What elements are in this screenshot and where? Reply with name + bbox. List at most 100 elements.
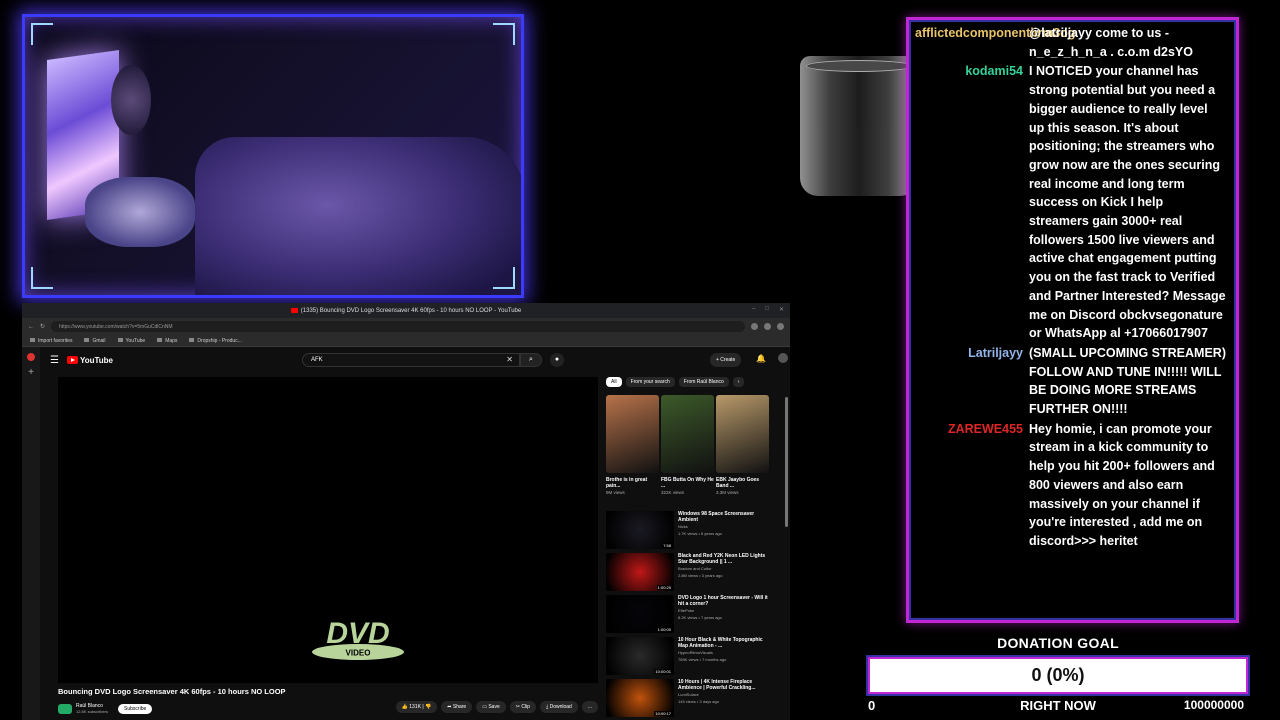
recommendation-channel: EftePoke (678, 608, 695, 613)
search-button[interactable]: ⌕ (520, 353, 542, 367)
chip-from-search[interactable]: From your search (625, 377, 675, 387)
add-icon[interactable]: + (22, 367, 40, 378)
url-text: https://www.youtube.com/watch?v=5mGuCdlC… (59, 323, 173, 330)
chat-username[interactable]: afflictedcomponentiirm3og (915, 24, 1075, 61)
recommendation-stats: 2.8M views • 3 years ago (678, 573, 723, 578)
bookmark-item[interactable]: Maps (157, 338, 177, 344)
url-field[interactable]: https://www.youtube.com/watch?v=5mGuCdlC… (51, 321, 745, 332)
close-icon[interactable]: ✕ (779, 306, 784, 313)
bookmark-item[interactable]: Gmail (84, 338, 105, 344)
reload-icon[interactable]: ↻ (40, 323, 45, 330)
like-button[interactable]: 👍 131K | 👎 (395, 701, 438, 713)
recommendation-thumbnail[interactable]: 1:00:25 (606, 553, 674, 591)
browser-titlebar: (1335) Bouncing DVD Logo Screensaver 4K … (22, 303, 790, 318)
recommendation-stats: 145 views • 3 days ago (678, 699, 719, 704)
short-title: Brothe is in great pain... (606, 477, 648, 489)
avatar[interactable] (778, 353, 788, 363)
notifications-icon[interactable]: 🔔 (756, 354, 766, 363)
recommendation-stats: 789K views • 7 months ago (678, 657, 727, 662)
short-thumbnail[interactable] (716, 395, 769, 473)
chat-text: I NOTICED your channel has strong potent… (1029, 64, 1226, 341)
glass-overlay (800, 56, 918, 196)
youtube-header: ☰ YouTube AFK ✕ ⌕ ● + Create 🔔 (40, 347, 790, 373)
video-player[interactable]: DVD VIDEO (58, 377, 598, 683)
search-input[interactable]: AFK ✕ (302, 353, 520, 367)
maximize-icon[interactable]: □ (765, 306, 769, 313)
bookmark-item[interactable]: Dropship - Produc... (189, 338, 241, 344)
channel-row: Raúl Blanco 12.8K subscribers Subscribe … (58, 701, 598, 717)
recommendation-item[interactable]: 1:00:00 DVD Logo 1 hour Screensaver - Wi… (606, 595, 774, 637)
recommendation-item[interactable]: 10:00:01 10 Hour Black & White Topograph… (606, 637, 774, 679)
extension-icon[interactable] (764, 323, 771, 330)
donation-labels: 0 RIGHT NOW 100000000 (868, 698, 1248, 714)
menu-icon[interactable]: ☰ (50, 355, 59, 366)
channel-info: Raúl Blanco 12.8K subscribers (76, 703, 108, 715)
recommendation-title[interactable]: Black and Red Y2K Neon LED Lights Star B… (678, 553, 774, 565)
recommendation-title[interactable]: 10 Hour Black & White Topographic Map An… (678, 637, 774, 649)
chip-from-channel[interactable]: From Raúl Blanco (678, 377, 729, 387)
youtube-logo[interactable]: YouTube (66, 355, 113, 365)
profile-icon[interactable] (777, 323, 784, 330)
short-title: EBK Jaaybo Goes Band ... (716, 477, 760, 489)
donation-title: DONATION GOAL (997, 635, 1119, 651)
recommendation-item[interactable]: 10:00:17 10 Hours | 4K Intense Fireplace… (606, 679, 774, 720)
save-button[interactable]: ▭ Save (476, 701, 506, 713)
chat-username[interactable]: Latriljayy (915, 344, 1029, 419)
frame-corner (31, 267, 53, 289)
chat-message: afflictedcomponentiirm3og @latriljayy co… (915, 24, 1226, 61)
short-item[interactable]: FBG Butta On Why He ... 322K views (661, 395, 714, 495)
clear-search-icon[interactable]: ✕ (506, 355, 513, 364)
chat-username[interactable]: ZAREWE455 (915, 420, 1029, 551)
tab-title[interactable]: (1335) Bouncing DVD Logo Screensaver 4K … (301, 308, 521, 314)
back-icon[interactable]: ← (28, 324, 34, 330)
recommendation-thumbnail[interactable]: 1:00:00 (606, 595, 674, 633)
youtube-page: + ☰ YouTube AFK ✕ ⌕ ● + Create 🔔 DVD VID… (22, 347, 790, 720)
chip-next-icon[interactable]: › (732, 377, 745, 387)
extension-icon[interactable] (751, 323, 758, 330)
bookmarks-bar: Import favorites Gmail YouTube Maps Drop… (22, 335, 790, 347)
window-controls: – □ ✕ (752, 306, 784, 313)
chip-all[interactable]: All (606, 377, 622, 387)
download-button[interactable]: ⤓ Download (539, 701, 578, 713)
like-count: 131K (409, 704, 421, 710)
recommendation-item[interactable]: 1:00:25 Black and Red Y2K Neon LED Light… (606, 553, 774, 595)
svg-text:VIDEO: VIDEO (346, 649, 371, 658)
scrollbar[interactable] (785, 397, 788, 527)
channel-avatar[interactable] (58, 704, 72, 714)
clip-label: Clip (521, 704, 530, 710)
bookmark-item[interactable]: YouTube (118, 338, 146, 344)
recommendation-channel: Bradom and Cultor (678, 566, 712, 571)
video-duration: 7:58 (662, 543, 672, 548)
mic-icon[interactable]: ● (550, 353, 564, 367)
short-thumbnail[interactable] (606, 395, 659, 473)
clip-button[interactable]: ✂ Clip (509, 701, 536, 713)
recommendation-title[interactable]: 10 Hours | 4K Intense Fireplace Ambience… (678, 679, 774, 691)
recommendation-thumbnail[interactable]: 7:58 (606, 511, 674, 549)
subscribe-button[interactable]: Subscribe (118, 704, 153, 714)
download-label: Download (549, 704, 572, 710)
youtube-logo-text: YouTube (79, 355, 113, 365)
donation-goal: DONATION GOAL 0 (0%) 0 RIGHT NOW 1000000… (868, 635, 1248, 714)
short-views: 322K views (661, 490, 685, 495)
bookmark-item[interactable]: Import favorites (30, 338, 72, 344)
frame-corner (493, 23, 515, 45)
create-button[interactable]: + Create (710, 353, 742, 367)
short-thumbnail[interactable] (661, 395, 714, 473)
short-item[interactable]: EBK Jaaybo Goes Band ... 3.3M views (716, 395, 769, 495)
recommendations-list: 7:58 Windows 98 Space Screensaver Ambien… (606, 511, 774, 720)
recommendation-item[interactable]: 7:58 Windows 98 Space Screensaver Ambien… (606, 511, 774, 553)
recommendation-title[interactable]: DVD Logo 1 hour Screensaver - Will it hi… (678, 595, 774, 607)
video-duration: 1:00:00 (656, 627, 672, 632)
minimize-icon[interactable]: – (752, 306, 755, 313)
short-title: FBG Butta On Why He ... (661, 477, 714, 489)
recommendation-thumbnail[interactable]: 10:00:01 (606, 637, 674, 675)
recommendation-thumbnail[interactable]: 10:00:17 (606, 679, 674, 717)
youtube-sidebar-icon[interactable] (27, 353, 35, 361)
chat-username[interactable]: kodami54 (915, 62, 1029, 343)
donation-max: 100000000 (1183, 698, 1244, 712)
more-button[interactable]: ... (581, 701, 598, 713)
short-item[interactable]: Brothe is in great pain... 9M views (606, 395, 659, 495)
search-value: AFK (311, 357, 323, 363)
share-button[interactable]: ➦ Share (441, 701, 473, 713)
recommendation-title[interactable]: Windows 98 Space Screensaver Ambient (678, 511, 774, 523)
